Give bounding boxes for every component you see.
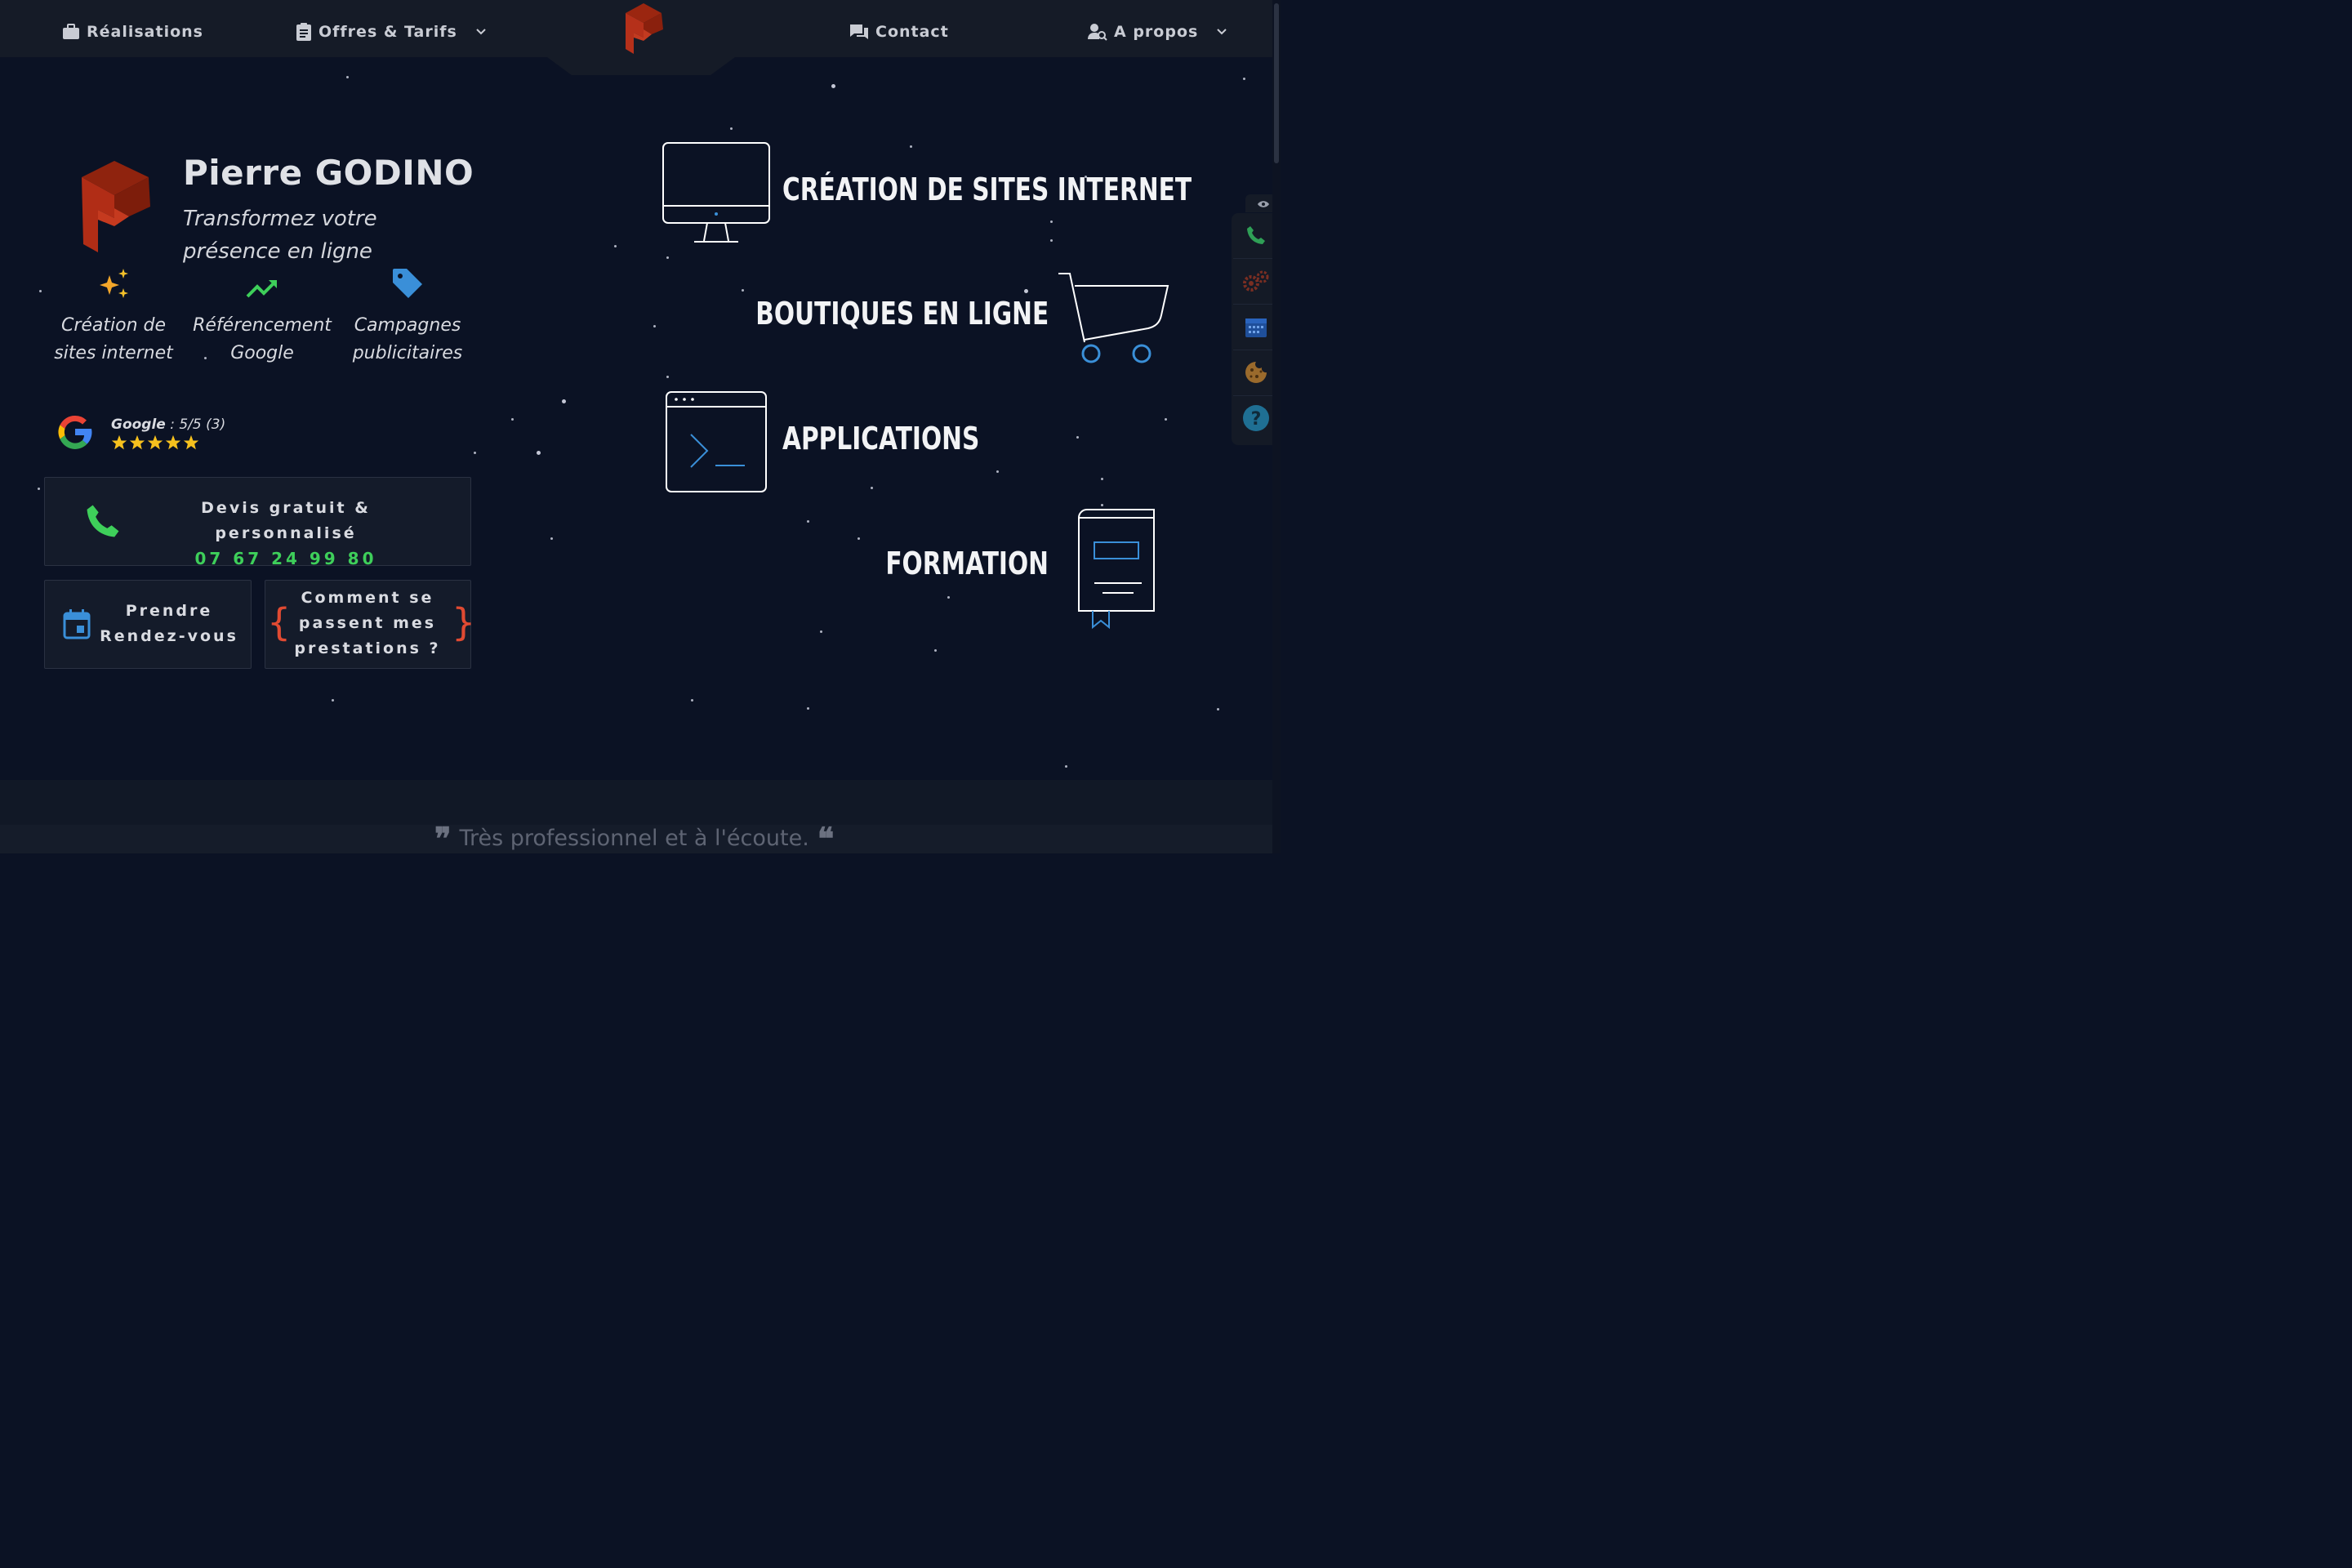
phone-number: 07 67 24 99 80 [194,549,377,568]
nav-offres-label: Offres & Tarifs [318,23,457,41]
right-brace-icon: } [452,600,476,644]
side-cookie-button[interactable] [1233,353,1278,396]
process-label: Comment se passent mes prestations ? [294,589,441,657]
nav-a-propos[interactable]: A propos [1088,20,1227,44]
briefcase-icon [62,24,80,40]
service-web-creation: Création de sites internet [44,269,183,368]
service-seo-label: Référencement Google [193,315,332,363]
phone-icon [84,502,122,543]
cookie-icon [1244,360,1268,388]
service-ads-label: Campagnes publicitaires [352,315,463,363]
sparkles-icon [96,267,131,309]
quote-card-title: Devis gratuit & personnalisé [201,499,371,542]
help-icon: ? [1242,404,1270,435]
service-ads: Campagnes publicitaires [338,269,477,368]
testimonial-quote: ❞ Très professionnel et à l'écoute. ❝ [434,820,834,857]
google-label: Google [111,416,166,433]
appointment-button[interactable]: Prendre Rendez-vous [44,580,252,669]
tag-icon [391,267,424,309]
chevron-down-icon [475,28,487,36]
service-seo: Référencement Google [193,276,332,368]
nav-realisations-label: Réalisations [87,23,203,41]
appointment-label: Prendre Rendez-vous [100,602,238,645]
nav-apropos-label: A propos [1114,23,1199,41]
rating-stars [111,434,225,451]
offer-web-sites-title[interactable]: CRÉATION DE SITES INTERNET [782,172,1192,207]
phone-icon [1245,225,1267,249]
book-icon [1076,506,1158,634]
star-icon [165,434,181,450]
service-web-creation-label: Création de sites internet [54,315,173,363]
scrollbar-thumb[interactable] [1274,3,1279,163]
brand-logo-large [77,159,154,259]
eye-icon [1257,196,1270,212]
star-icon [111,434,127,450]
nav-offres-tarifs[interactable]: Offres & Tarifs [296,20,487,44]
user-search-icon [1088,23,1107,41]
side-help-button[interactable]: ? [1233,399,1278,441]
calendar-icon [63,608,91,643]
quote-open-icon: ❞ [434,820,452,857]
terminal-window-icon [665,390,769,498]
left-brace-icon: { [267,600,292,644]
side-settings-button[interactable] [1233,261,1278,305]
quote-close-icon: ❝ [817,820,835,857]
testimonial-band [0,780,1272,825]
monitor-icon [662,140,773,248]
nav-realisations[interactable]: Réalisations [62,20,203,44]
svg-text:?: ? [1250,409,1261,430]
google-score: : 5/5 (3) [165,416,226,433]
side-phone-button[interactable] [1233,216,1278,259]
offer-applications-title[interactable]: APPLICATIONS [782,421,979,457]
star-icon [147,434,163,450]
google-logo-icon [54,411,96,457]
owner-name: Pierre GODINO [183,153,474,193]
offer-training-title[interactable]: FORMATION [885,546,1049,581]
google-rating[interactable]: Google : 5/5 (3) [54,411,225,457]
nav-contact-label: Contact [875,23,949,41]
hero-tagline: Transformez votre présence en ligne [183,207,377,264]
nav-logo-notch [547,57,735,75]
quote-call-button[interactable]: Devis gratuit & personnalisé 07 67 24 99… [44,477,471,568]
clipboard-icon [296,22,312,42]
trending-up-icon [246,278,278,309]
process-button[interactable]: { Comment se passent mes prestations ? } [265,580,475,669]
side-calendar-button[interactable] [1233,307,1278,350]
nav-contact[interactable]: Contact [849,20,949,44]
star-icon [183,434,199,450]
offer-ecommerce-title[interactable]: BOUTIQUES EN LIGNE [755,296,1049,332]
chat-icon [849,23,869,41]
gears-icon [1242,270,1270,296]
google-score-text: Google : 5/5 (3) [111,416,225,433]
calendar-icon [1245,315,1267,341]
star-icon [129,434,145,450]
brand-logo[interactable] [619,2,666,59]
shopping-cart-icon [1057,271,1171,369]
testimonial-text: Très professionnel et à l'écoute. [459,826,809,851]
chevron-down-icon [1216,28,1227,36]
